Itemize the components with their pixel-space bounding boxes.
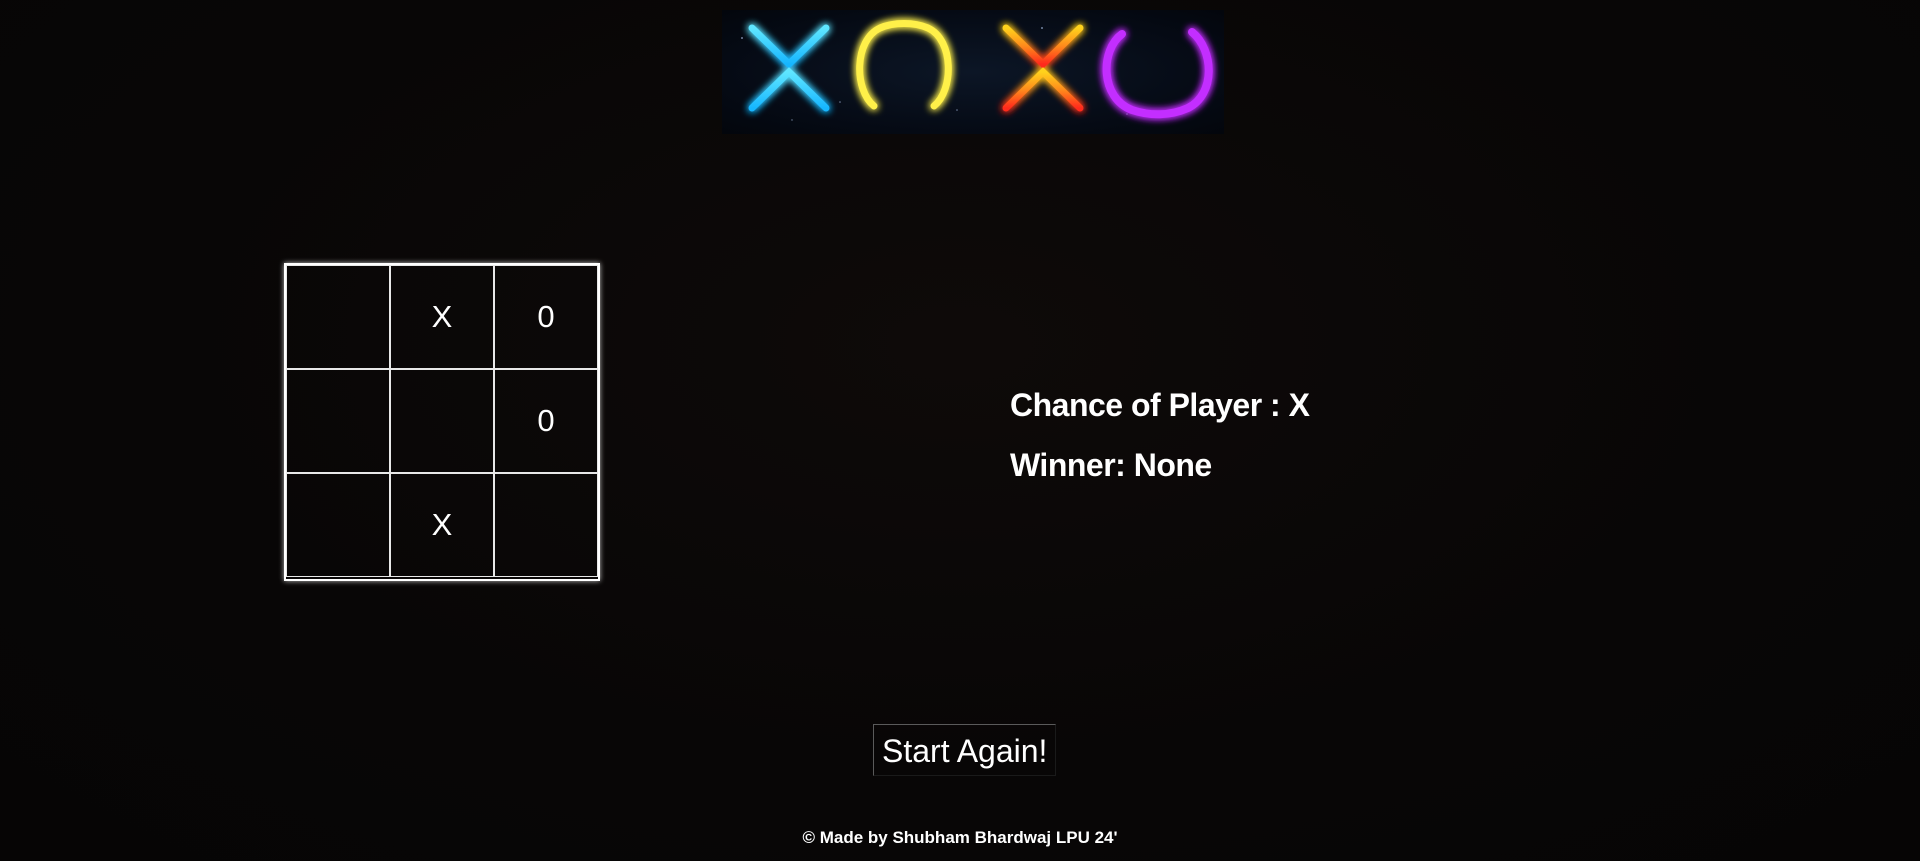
board-cell[interactable]: X bbox=[390, 473, 494, 577]
start-again-button[interactable]: Start Again! bbox=[873, 724, 1057, 776]
xoxo-neon-banner bbox=[722, 10, 1224, 134]
neon-x-icon bbox=[748, 24, 830, 112]
board-cell[interactable]: X bbox=[390, 265, 494, 369]
board-cell[interactable] bbox=[286, 473, 390, 577]
winner-indicator: Winner: None bbox=[1010, 447, 1212, 483]
board-cell[interactable]: 0 bbox=[494, 265, 598, 369]
game-status-panel: Chance of Player : X Winner: None bbox=[1010, 375, 1310, 495]
game-board: X 0 0 X bbox=[284, 263, 600, 581]
board-cell[interactable] bbox=[286, 265, 390, 369]
turn-indicator: Chance of Player : X bbox=[1010, 387, 1310, 423]
footer-credit: © Made by Shubham Bhardwaj LPU 24' bbox=[802, 828, 1118, 847]
neon-x-icon bbox=[1002, 24, 1084, 112]
xoxo-logo-icon bbox=[741, 20, 1213, 121]
neon-o-icon bbox=[856, 20, 952, 110]
neon-o-icon bbox=[1102, 28, 1213, 119]
board-cell[interactable] bbox=[494, 473, 598, 577]
board-cell[interactable] bbox=[390, 369, 494, 473]
board-cell[interactable] bbox=[286, 369, 390, 473]
board-cell[interactable]: 0 bbox=[494, 369, 598, 473]
